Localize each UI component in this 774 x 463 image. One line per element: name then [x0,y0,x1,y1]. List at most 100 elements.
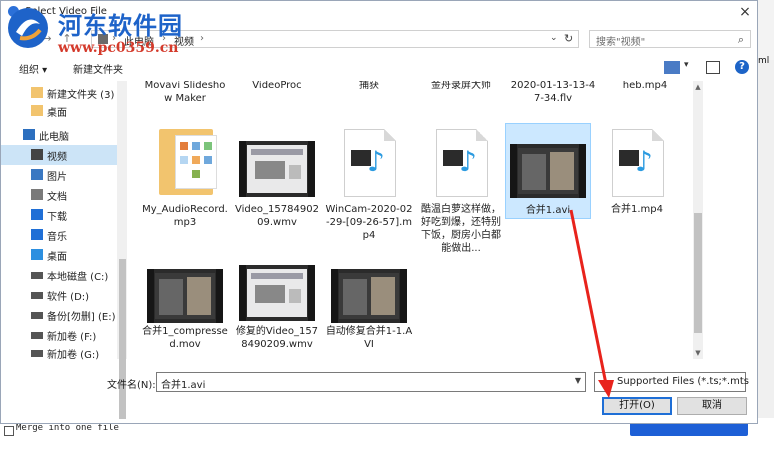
file-item[interactable]: Video_1578490209.wmv [233,125,321,251]
sidebar-item-drive-d[interactable]: 软件 (D:) [1,285,117,305]
film-strip-left [239,265,246,321]
video-frame [247,269,307,317]
sidebar-item-drive-f[interactable]: 新加卷 (F:) [1,325,117,345]
film-strip-right [308,141,315,197]
view-dropdown-icon[interactable]: ▾ [684,60,689,70]
file-item[interactable]: ♪ 酷温白萝这样做，好吃到爆，还特别下饭，厨房小白都能做出... [417,125,505,254]
sidebar-item-drive-e[interactable]: 备份[勿删] (E:) [1,305,117,325]
sidebar-item-desktop[interactable]: 桌面 [1,245,117,265]
sidebar-item-label: 备份[勿删] (E:) [47,312,116,323]
forward-button[interactable]: → [39,31,55,47]
filetype-select[interactable]: Supported Files (*.ts;*.mts [594,372,749,392]
filename-input[interactable]: 合并1.avi ▼ [156,372,586,392]
file-item[interactable]: heb.mp4 [601,81,689,119]
page-fold [476,129,488,141]
file-list-scrollbar-thumb[interactable] [694,213,702,333]
sidebar-item-documents[interactable]: 文档 [1,185,117,205]
music-icon [31,229,43,240]
file-name: 合并1.mp4 [611,204,663,215]
scroll-down-icon[interactable]: ▼ [693,349,703,357]
filename-value: 合并1.avi [161,380,206,391]
file-item-selected[interactable]: 合并1.avi [505,123,591,219]
close-button[interactable]: × [734,2,756,22]
chevron-down-icon[interactable]: ▼ [575,376,581,385]
sidebar-item-videos[interactable]: 视频 [1,145,117,165]
file-name: 合并1_compressed.mov [142,326,228,350]
video-thumbnail [147,269,223,323]
sidebar-item-label: 桌面 [47,108,67,119]
drive-icon [31,272,43,279]
file-dialog: Select Video File × ← → ↑ › 此电脑 › 视频 › ⌄… [0,0,758,424]
chevron-down-icon[interactable]: ⌄ [550,33,558,43]
frame-content [187,277,211,315]
refresh-icon[interactable]: ↻ [564,32,573,45]
music-note-icon: ♪ [635,145,653,178]
help-icon[interactable]: ? [735,60,749,74]
sidebar-item-desktop-folder[interactable]: 桌面 [1,101,117,121]
document-icon [31,189,43,200]
film-strip-right [216,269,223,323]
sidebar-item-music[interactable]: 音乐 [1,225,117,245]
folder-picture [180,142,188,150]
file-item[interactable]: 合并1_compressed.mov [141,265,229,359]
file-item[interactable]: 自动修复合并1-1.AVI [325,265,413,359]
breadcrumb-separator: › [162,33,166,44]
music-note-icon: ♪ [459,145,477,178]
breadcrumb-separator: › [112,33,116,44]
film-strip-left [510,144,517,198]
sidebar-item-label: 新加卷 (F:) [47,332,97,343]
sidebar-item-downloads[interactable]: 下载 [1,205,117,225]
file-item[interactable]: 修复的Video_1578490209.wmv [233,265,321,359]
media-file-icon: ♪ [344,129,396,197]
file-item[interactable]: 捕获 [325,81,413,119]
file-item[interactable]: Movavi Slideshow Maker [141,81,229,119]
sidebar-item-this-pc[interactable]: 此电脑 [1,125,117,145]
sidebar-item-drive-c[interactable]: 本地磁盘 (C:) [1,265,117,285]
frame-content [289,165,301,179]
scroll-up-icon[interactable]: ▲ [693,83,703,91]
page-fold [652,129,664,141]
navigation-bar: ← → ↑ › 此电脑 › 视频 › ⌄ ↻ 搜索"视频" ⌕ [1,27,757,53]
folder-icon [31,105,43,116]
sidebar-scrollbar-thumb[interactable] [119,259,126,419]
view-icon[interactable] [664,61,680,74]
file-item[interactable]: ♪ WinCam-2020-02-29-[09-26-57].mp4 [325,125,413,251]
preview-pane-icon[interactable] [706,61,720,74]
breadcrumb-videos[interactable]: 视频 [174,33,194,48]
merge-checkbox[interactable] [4,426,14,436]
frame-content [371,277,395,315]
cancel-button[interactable]: 取消 [677,397,747,415]
new-folder-button[interactable]: 新建文件夹 [73,61,123,76]
search-input[interactable]: 搜索"视频" ⌕ [589,30,751,48]
organize-button[interactable]: 组织 ▾ [19,61,47,76]
video-icon [31,149,43,160]
sidebar-item-new-folder-3[interactable]: 新建文件夹 (3) [1,83,117,103]
file-item[interactable]: 2020-01-13-13-47-34.flv [509,81,597,119]
background-ml-label: ml [758,56,770,66]
drive-icon [31,332,43,339]
sidebar-item-label: 音乐 [47,232,67,243]
sidebar-item-pictures[interactable]: 图片 [1,165,117,185]
video-frame [339,273,399,319]
file-name: 金舟录屏大师 [431,81,491,91]
open-button[interactable]: 打开(O) [602,397,672,415]
file-name: 捕获 [359,81,379,91]
sidebar-item-drive-g[interactable]: 新加卷 (G:) [1,343,117,363]
back-button[interactable]: ← [19,31,35,47]
up-button[interactable]: ↑ [59,31,75,47]
folder-picture [180,156,188,164]
filename-label: 文件名(N): [107,380,156,391]
download-icon [31,209,43,220]
breadcrumb-this-pc[interactable]: 此电脑 [124,33,154,48]
file-item[interactable]: 金舟录屏大师 [417,81,505,119]
file-name: 自动修复合并1-1.AVI [325,326,413,350]
address-bar[interactable]: › 此电脑 › 视频 › ⌄ ↻ [91,30,579,48]
video-thumbnail [331,269,407,323]
film-strip-left [239,141,246,197]
file-item[interactable]: ♪ 合并1.mp4 [593,125,681,251]
file-item[interactable]: VideoProc [233,81,321,119]
sidebar-item-label: 文档 [47,192,67,203]
address-location-icon [98,34,108,44]
file-item[interactable]: My_AudioRecord.mp3 [141,125,229,251]
media-file-icon: ♪ [612,129,664,197]
